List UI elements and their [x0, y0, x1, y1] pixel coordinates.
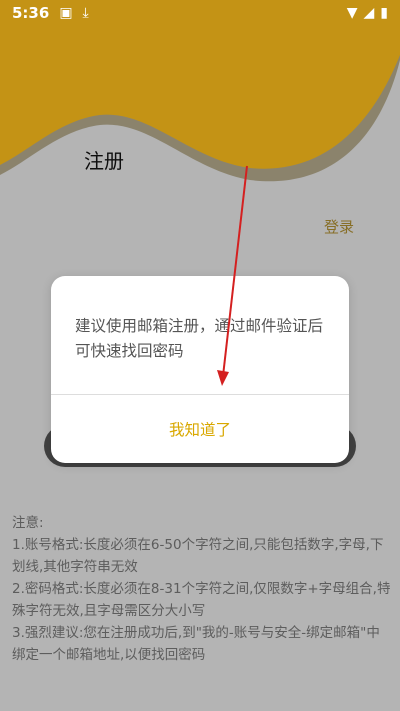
battery-icon: ▮: [380, 5, 388, 21]
wifi-icon: ▼: [346, 5, 358, 21]
signal-icon: ◢: [363, 5, 375, 21]
download-icon: ⤓: [82, 5, 89, 21]
status-bar: 5:36 ▣ ⤓ ▼ ◢ ▮: [0, 0, 400, 26]
image-icon: ▣: [59, 5, 73, 21]
status-time: 5:36: [12, 4, 50, 22]
dialog-confirm-button[interactable]: 我知道了: [51, 395, 349, 463]
info-dialog: 建议使用邮箱注册，通过邮件验证后可快速找回密码 我知道了: [51, 276, 349, 463]
dialog-message: 建议使用邮箱注册，通过邮件验证后可快速找回密码: [75, 317, 324, 360]
